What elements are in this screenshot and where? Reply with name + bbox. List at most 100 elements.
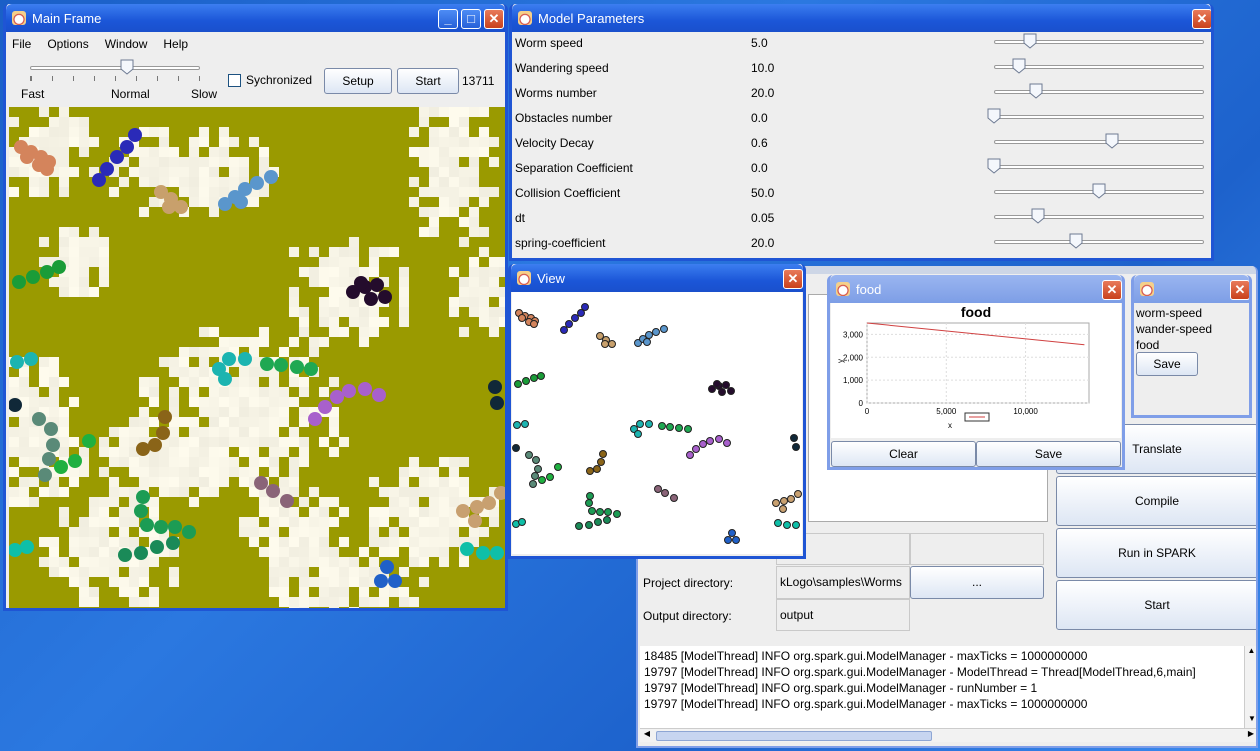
parameter-slider[interactable] <box>994 165 1204 169</box>
food-cell <box>409 597 419 607</box>
project-directory-field[interactable]: kLogo\samples\Worms <box>776 566 910 599</box>
parameter-slider-thumb[interactable] <box>1092 183 1106 199</box>
scroll-left-icon[interactable]: ◀ <box>640 729 654 743</box>
food-cell <box>69 527 79 537</box>
menu-file[interactable]: File <box>12 37 31 51</box>
horizontal-scroll-thumb[interactable] <box>656 731 932 741</box>
parameter-slider-thumb[interactable] <box>987 158 1001 174</box>
view-canvas[interactable] <box>512 292 802 554</box>
food-cell <box>259 547 269 557</box>
food-cell <box>279 597 289 607</box>
parameter-slider-thumb[interactable] <box>1012 58 1026 74</box>
parameter-value: 20.0 <box>751 86 775 100</box>
log-horizontal-scrollbar[interactable]: ◀ ▶ <box>640 728 1256 743</box>
food-cell <box>339 277 349 287</box>
food-cell <box>199 457 209 467</box>
food-cell <box>489 317 499 327</box>
food-cell <box>79 587 89 597</box>
minimize-icon[interactable]: _ <box>438 9 458 29</box>
view-worm-segment <box>675 423 684 432</box>
parameter-slider[interactable] <box>994 115 1204 119</box>
main-frame-titlebar[interactable]: Main Frame _ □ ✕ <box>6 4 505 32</box>
menu-options[interactable]: Options <box>47 37 88 51</box>
food-cell <box>309 247 319 257</box>
worm-segment <box>234 195 248 209</box>
variables-titlebar[interactable]: ✕ <box>1134 275 1249 303</box>
synchronized-checkbox[interactable] <box>228 74 241 87</box>
parameter-slider-thumb[interactable] <box>1029 83 1043 99</box>
food-cell <box>199 187 209 197</box>
worm-segment <box>82 434 96 448</box>
scroll-right-icon[interactable]: ▶ <box>1244 729 1256 743</box>
start-button[interactable]: Start <box>397 68 459 94</box>
browse-button[interactable]: ... <box>910 566 1044 599</box>
food-cell <box>329 567 339 577</box>
food-cell <box>299 307 309 317</box>
food-cell <box>79 537 89 547</box>
food-cell <box>449 147 459 157</box>
speed-slider[interactable] <box>30 59 206 82</box>
food-cell <box>189 457 199 467</box>
view-titlebar[interactable]: View ✕ <box>511 264 803 292</box>
food-cell <box>209 427 219 437</box>
simulation-grid[interactable] <box>9 107 505 608</box>
worm-segment <box>46 438 60 452</box>
run-in-spark-button[interactable]: Run in SPARK <box>1056 528 1256 578</box>
parameter-slider[interactable] <box>994 140 1204 144</box>
worm-segment <box>468 514 482 528</box>
log-vertical-scrollbar[interactable]: ▲ ▼ <box>1244 646 1256 728</box>
log-area[interactable]: 18485 [ModelThread] INFO org.spark.gui.M… <box>640 646 1244 728</box>
food-cell <box>419 547 429 557</box>
variable-item: wander-speed <box>1136 322 1213 336</box>
compile-button[interactable]: Compile <box>1056 476 1256 526</box>
food-cell <box>69 267 79 277</box>
parameter-slider-thumb[interactable] <box>987 108 1001 124</box>
chart-clear-button[interactable]: Clear <box>831 441 976 467</box>
food-cell <box>169 367 179 377</box>
food-cell <box>299 387 309 397</box>
parameter-slider-thumb[interactable] <box>1105 133 1119 149</box>
food-cell <box>329 547 339 557</box>
scroll-up-icon[interactable]: ▲ <box>1245 646 1256 660</box>
food-cell <box>9 427 19 437</box>
parameter-slider[interactable] <box>994 240 1204 244</box>
parameter-slider[interactable] <box>994 215 1204 219</box>
food-cell <box>199 327 209 337</box>
food-cell <box>169 157 179 167</box>
parameter-slider-thumb[interactable] <box>1023 33 1037 49</box>
food-cell <box>199 197 209 207</box>
food-cell <box>229 157 239 167</box>
parameter-slider-thumb[interactable] <box>1069 233 1083 249</box>
close-icon[interactable]: ✕ <box>783 269 803 289</box>
worm-segment <box>32 412 46 426</box>
food-cell <box>139 577 149 587</box>
menu-help[interactable]: Help <box>163 37 188 51</box>
chart-save-button[interactable]: Save <box>976 441 1121 467</box>
close-icon[interactable]: ✕ <box>1230 280 1249 300</box>
parameter-row: Wandering speed 10.0 <box>514 55 1211 80</box>
food-cell <box>239 527 249 537</box>
food-cell <box>189 347 199 357</box>
food-titlebar[interactable]: food ✕ <box>830 275 1122 303</box>
variable-item: food <box>1136 338 1160 352</box>
speed-slider-thumb[interactable] <box>120 59 134 75</box>
close-icon[interactable]: ✕ <box>1102 280 1122 300</box>
food-cell <box>399 317 409 327</box>
close-icon[interactable]: ✕ <box>1192 9 1211 29</box>
menu-window[interactable]: Window <box>105 37 148 51</box>
maximize-icon[interactable]: □ <box>461 9 481 29</box>
close-icon[interactable]: ✕ <box>484 9 504 29</box>
worm-segment <box>494 486 505 500</box>
scroll-down-icon[interactable]: ▼ <box>1245 714 1256 728</box>
parameter-slider-thumb[interactable] <box>1031 208 1045 224</box>
output-directory-field[interactable]: output <box>776 599 910 631</box>
variables-save-button[interactable]: Save <box>1136 352 1198 376</box>
model-parameters-titlebar[interactable]: Model Parameters ✕ <box>512 4 1211 32</box>
food-cell <box>309 537 319 547</box>
food-cell <box>79 147 89 157</box>
setup-button[interactable]: Setup <box>324 68 392 94</box>
spark-start-button[interactable]: Start <box>1056 580 1256 630</box>
worm-segment <box>10 355 24 369</box>
parameter-slider[interactable] <box>994 90 1204 94</box>
food-cell <box>279 557 289 567</box>
